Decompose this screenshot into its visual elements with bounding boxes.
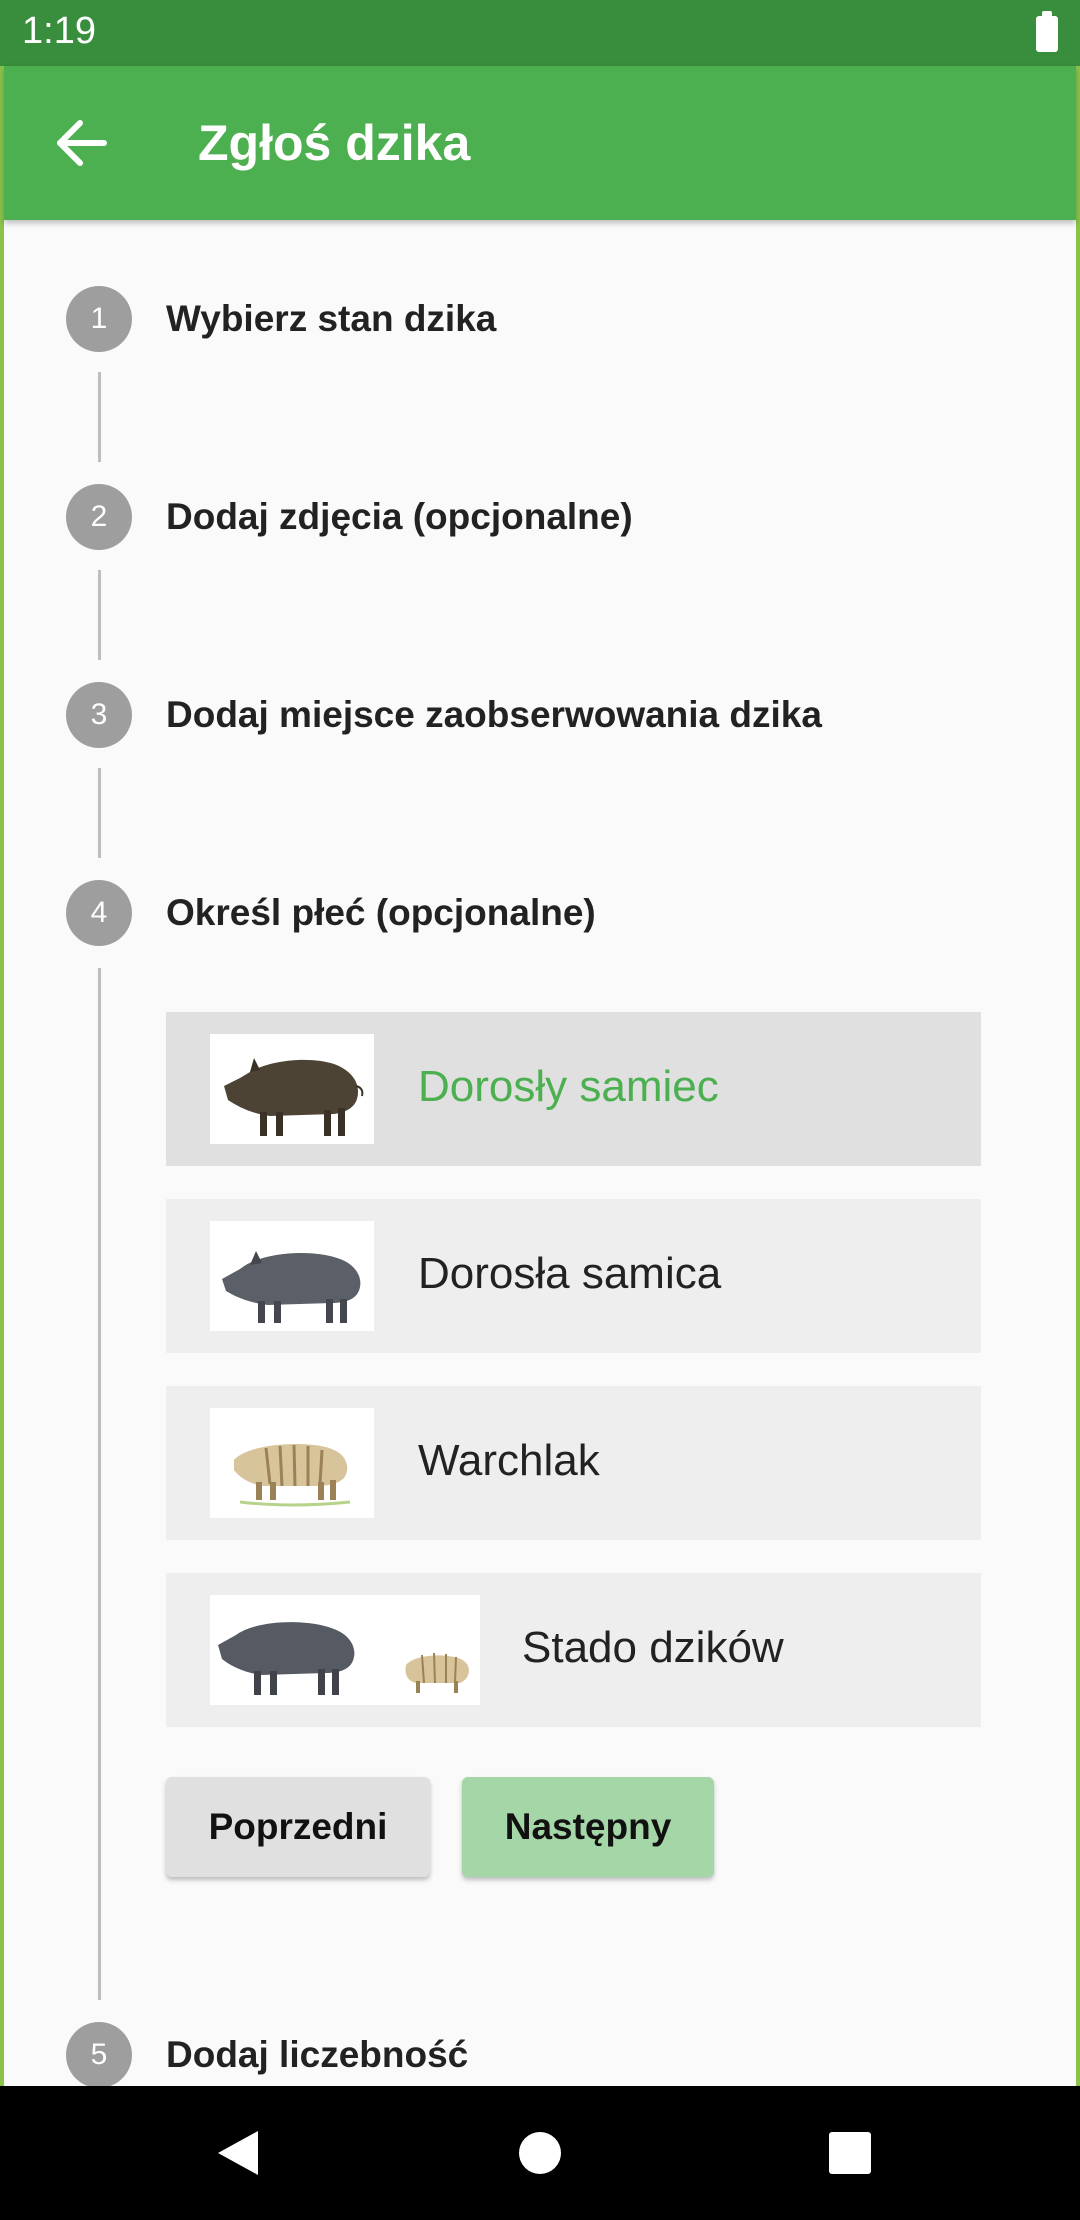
adult-boar-image xyxy=(210,1034,374,1144)
option-herd[interactable]: Stado dzików xyxy=(166,1573,981,1727)
next-button[interactable]: Następny xyxy=(462,1777,714,1877)
step-connector xyxy=(98,968,101,2000)
page-title: Zgłoś dzika xyxy=(198,115,471,171)
step-1-number[interactable]: 1 xyxy=(66,286,132,352)
app-bar: Zgłoś dzika xyxy=(4,66,1076,220)
piglet-image xyxy=(210,1408,374,1518)
option-label: Stado dzików xyxy=(522,1623,784,1672)
step-5-number[interactable]: 5 xyxy=(66,2022,132,2086)
back-arrow-icon[interactable] xyxy=(44,106,118,180)
nav-home-icon[interactable] xyxy=(500,2113,580,2193)
step-5-title[interactable]: Dodaj liczebność xyxy=(166,2034,468,2076)
option-label: Dorosła samica xyxy=(418,1249,722,1298)
adult-sow-image xyxy=(210,1221,374,1331)
step-connector xyxy=(98,570,101,660)
option-label: Warchlak xyxy=(418,1436,600,1485)
stepper: 1 Wybierz stan dzika 2 Dodaj zdjęcia (op… xyxy=(4,220,1076,2086)
option-adult-male[interactable]: Dorosły samiec xyxy=(166,1012,981,1166)
nav-recents-icon[interactable] xyxy=(810,2113,890,2193)
option-piglet[interactable]: Warchlak xyxy=(166,1386,981,1540)
option-adult-female[interactable]: Dorosła samica xyxy=(166,1199,981,1353)
step-4-number[interactable]: 4 xyxy=(66,880,132,946)
step-connector xyxy=(98,768,101,858)
step-3-number[interactable]: 3 xyxy=(66,682,132,748)
step-4-title[interactable]: Określ płeć (opcjonalne) xyxy=(166,892,596,934)
step-2-title[interactable]: Dodaj zdjęcia (opcjonalne) xyxy=(166,496,633,538)
option-label: Dorosły samiec xyxy=(418,1062,719,1111)
status-bar: 1:19 xyxy=(0,0,1080,66)
battery-icon xyxy=(1036,11,1058,52)
status-time: 1:19 xyxy=(22,10,96,52)
step-3-title[interactable]: Dodaj miejsce zaobserwowania dzika xyxy=(166,694,822,736)
step-1-title[interactable]: Wybierz stan dzika xyxy=(166,298,496,340)
step-connector xyxy=(98,372,101,462)
navigation-bar xyxy=(0,2086,1080,2220)
previous-button[interactable]: Poprzedni xyxy=(166,1777,430,1877)
nav-back-icon[interactable] xyxy=(200,2113,280,2193)
herd-image xyxy=(210,1595,480,1705)
step-2-number[interactable]: 2 xyxy=(66,484,132,550)
